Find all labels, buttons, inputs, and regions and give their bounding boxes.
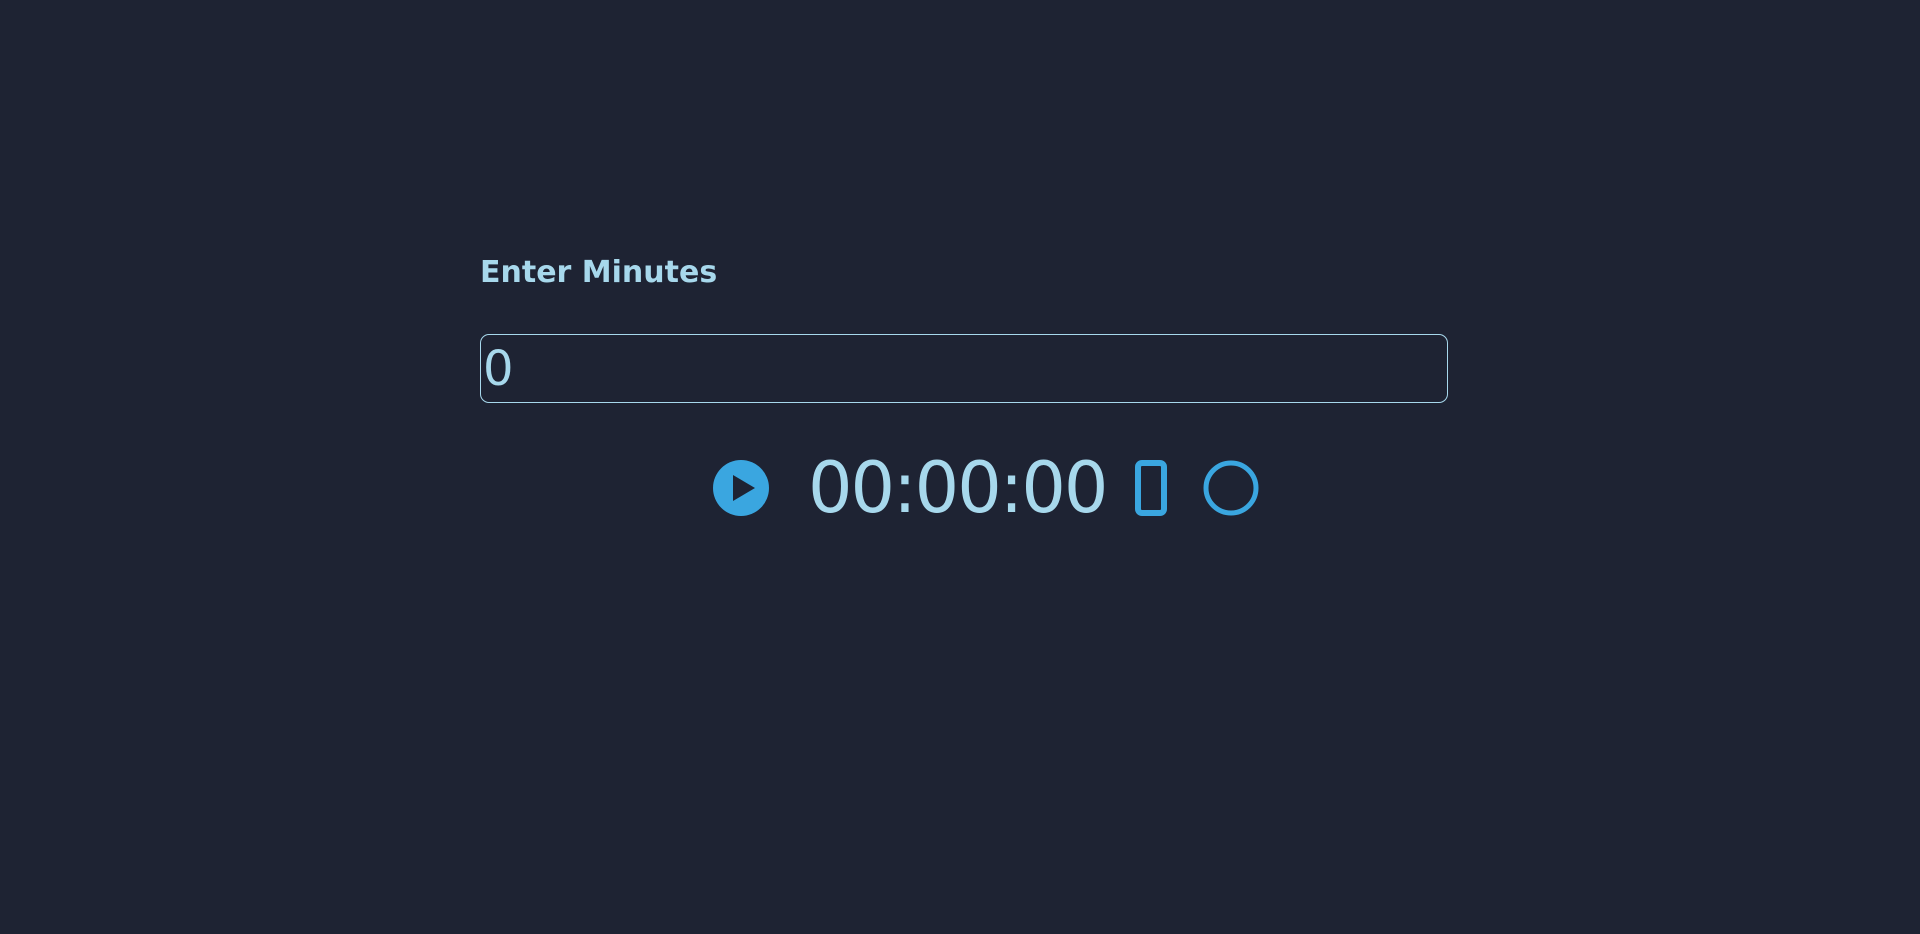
time-display: 00:00:00 [808, 447, 1108, 529]
pause-button[interactable] [1135, 460, 1167, 516]
pause-rect-icon [1135, 460, 1167, 516]
minutes-label: Enter Minutes [480, 255, 718, 290]
play-circle-icon [713, 460, 769, 516]
play-button[interactable] [713, 460, 769, 516]
reset-circle-icon [1203, 460, 1259, 516]
reset-button[interactable] [1203, 460, 1259, 516]
timer-form: Enter Minutes [480, 255, 1448, 403]
timer-page: Enter Minutes 00:00:00 [0, 0, 1920, 934]
timer-controls: 00:00:00 [0, 450, 1920, 526]
minutes-input[interactable] [480, 334, 1448, 403]
